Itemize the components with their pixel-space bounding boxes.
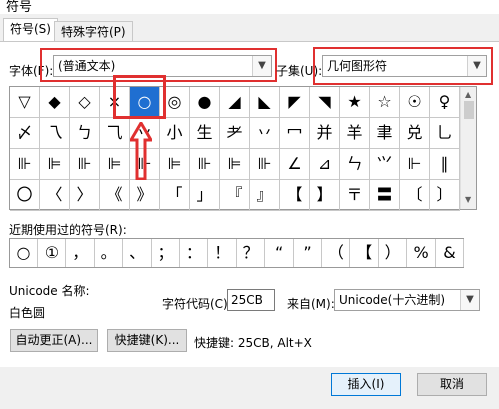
from-label: 来自(M): xyxy=(287,297,335,311)
recent-symbol-cell[interactable]: ： xyxy=(180,239,209,267)
symbol-grid: ▽ ◆ ◇ × ○ ◎ ● ◢ ◣ ◤ ◥ ★ ☆ ☉ ♀ 〆乁ㄅ⺄丷小生耂丷冖并羊聿兑乚 ⊪ ⊫ ⊪ ⊫ ⊪ ⊫ ⊪ ⊫ ⊪ ∠… xyxy=(9,86,477,211)
char-code-label: 字符代码(C): xyxy=(162,297,232,311)
symbol-cell[interactable]: ◆ xyxy=(40,87,70,118)
tab-symbols[interactable]: 符号(S) xyxy=(3,18,58,43)
scrollbar-thumb[interactable] xyxy=(464,101,474,119)
chevron-down-icon[interactable]: ▼ xyxy=(460,290,479,310)
symbol-cell[interactable]: 聿 xyxy=(370,118,400,149)
symbol-cell[interactable]: ☆ xyxy=(370,87,400,118)
autocorrect-button[interactable]: 自动更正(A)... xyxy=(10,329,98,352)
symbol-cell[interactable]: ⊪ xyxy=(190,149,220,180)
symbol-cell[interactable]: 丷 xyxy=(250,118,280,149)
symbol-cell[interactable]: ● xyxy=(190,87,220,118)
recent-symbol-cell[interactable]: ； xyxy=(152,239,180,267)
symbol-cell[interactable]: 』 xyxy=(250,180,280,211)
scroll-up-icon[interactable]: ▲ xyxy=(465,90,471,99)
symbol-cell[interactable]: ♀ xyxy=(430,87,460,118)
shortcut-key-button[interactable]: 快捷键(K)... xyxy=(107,329,187,352)
recent-symbol-cell[interactable]: ！ xyxy=(209,239,237,267)
symbol-cell[interactable]: 〔 xyxy=(400,180,430,211)
symbol-cell[interactable]: 【 xyxy=(280,180,310,211)
symbol-cell[interactable]: ◣ xyxy=(250,87,280,118)
recent-symbol-cell[interactable]: 。 xyxy=(95,239,124,267)
symbol-cell[interactable]: 冖 xyxy=(280,118,310,149)
symbol-cell[interactable]: ⺍ xyxy=(370,149,400,180)
symbol-cell[interactable]: 〓 xyxy=(370,180,400,211)
tab-special-characters[interactable]: 特殊字符(P) xyxy=(54,21,133,43)
recent-symbol-cell[interactable]: % xyxy=(408,239,436,267)
symbol-cell[interactable]: 》 xyxy=(130,180,160,211)
symbol-cell[interactable]: ⊫ xyxy=(220,149,250,180)
recent-symbols: ○ ①，。、；：！？ “” （【）% & xyxy=(9,238,464,268)
symbol-cell[interactable]: ★ xyxy=(340,87,370,118)
window-title: 符号 xyxy=(6,0,33,15)
shortcut-key-text: 快捷键: 25CB, Alt+X xyxy=(194,336,312,350)
symbol-cell[interactable]: 】 xyxy=(310,180,340,211)
symbol-cell[interactable]: ㄅ xyxy=(70,118,100,149)
symbol-cell[interactable]: ∥ xyxy=(430,149,460,180)
tab-strip: 符号(S) 特殊字符(P) xyxy=(0,18,499,43)
symbol-cell[interactable]: ⺄ xyxy=(100,118,130,149)
symbol-cell[interactable]: ◢ xyxy=(220,87,250,118)
unicode-name-value: 白色圆 xyxy=(9,306,46,320)
symbol-cell[interactable]: ⊪ xyxy=(70,149,100,180)
symbol-cell[interactable]: 〆 xyxy=(10,118,40,149)
from-dropdown[interactable]: Unicode(十六进制) ▼ xyxy=(334,289,480,311)
title-bar: 符号 xyxy=(0,0,499,15)
symbol-cell[interactable]: ㄣ xyxy=(340,149,370,180)
symbol-cell[interactable]: 小 xyxy=(160,118,190,149)
recent-symbol-cell[interactable]: 、 xyxy=(124,239,152,267)
symbol-cell[interactable]: ◇ xyxy=(70,87,100,118)
symbol-cell[interactable]: 〕 xyxy=(430,180,460,211)
recent-symbol-cell[interactable]: ① xyxy=(38,239,67,267)
symbol-cell[interactable]: 『 xyxy=(220,180,250,211)
symbol-cell[interactable]: 〒 xyxy=(340,180,370,211)
symbol-cell[interactable]: 耂 xyxy=(220,118,250,149)
symbol-cell[interactable]: 《 xyxy=(100,180,130,211)
recent-symbol-cell[interactable]: ” xyxy=(294,239,322,267)
recent-symbol-cell[interactable]: ） xyxy=(379,239,408,267)
insert-button[interactable]: 插入(I) xyxy=(331,373,401,396)
symbol-cell[interactable]: ∠ xyxy=(280,149,310,180)
symbol-cell[interactable]: 」 xyxy=(190,180,220,211)
symbol-cell[interactable]: ☉ xyxy=(400,87,430,118)
symbol-cell[interactable]: ⊩ xyxy=(400,149,430,180)
recent-symbol-cell[interactable]: “ xyxy=(266,239,294,267)
symbol-cell[interactable]: 乁 xyxy=(40,118,70,149)
recent-symbol-cell[interactable]: & xyxy=(436,239,464,267)
recent-symbol-cell[interactable]: 【 xyxy=(351,239,379,267)
symbol-cell[interactable]: ▽ xyxy=(10,87,40,118)
symbol-cell[interactable]: 〉 xyxy=(70,180,100,211)
symbol-cell[interactable]: 羊 xyxy=(340,118,370,149)
cancel-button[interactable]: 取消 xyxy=(417,373,487,396)
symbol-cell[interactable]: 并 xyxy=(310,118,340,149)
symbol-cell[interactable]: 乚 xyxy=(430,118,460,149)
recent-label: 近期使用过的符号(R): xyxy=(9,223,127,237)
symbol-cell[interactable]: ⊫ xyxy=(40,149,70,180)
symbol-cell[interactable]: ⊪ xyxy=(250,149,280,180)
from-value: Unicode(十六进制) xyxy=(339,293,446,307)
char-code-input[interactable]: 25CB xyxy=(227,289,275,311)
selected-symbol-annotation-box xyxy=(113,75,166,119)
symbol-cell[interactable]: 生 xyxy=(190,118,220,149)
subset-annotation-box xyxy=(313,47,493,85)
symbol-cell[interactable]: ⊫ xyxy=(100,149,130,180)
symbol-cell[interactable]: 兑 xyxy=(400,118,430,149)
symbol-grid-scrollbar[interactable]: ▲ ▼ xyxy=(460,87,476,209)
up-arrow-icon xyxy=(128,120,154,181)
symbol-cell[interactable]: 〈 xyxy=(40,180,70,211)
symbol-cell[interactable]: ⊿ xyxy=(310,149,340,180)
symbol-cell[interactable]: 〇 xyxy=(10,180,40,211)
recent-symbol-cell[interactable]: ○ xyxy=(10,239,38,267)
symbol-cell[interactable]: ⊪ xyxy=(10,149,40,180)
symbol-cell[interactable]: ◤ xyxy=(280,87,310,118)
recent-symbol-cell[interactable]: （ xyxy=(322,239,351,267)
symbol-cell[interactable]: ⊫ xyxy=(160,149,190,180)
symbol-cell[interactable]: ◥ xyxy=(310,87,340,118)
recent-symbol-cell[interactable]: ？ xyxy=(237,239,266,267)
symbol-cell[interactable]: 「 xyxy=(160,180,190,211)
recent-symbol-cell[interactable]: ， xyxy=(67,239,95,267)
scroll-down-icon[interactable]: ▼ xyxy=(465,195,471,204)
unicode-name-label: Unicode 名称: xyxy=(9,284,90,298)
